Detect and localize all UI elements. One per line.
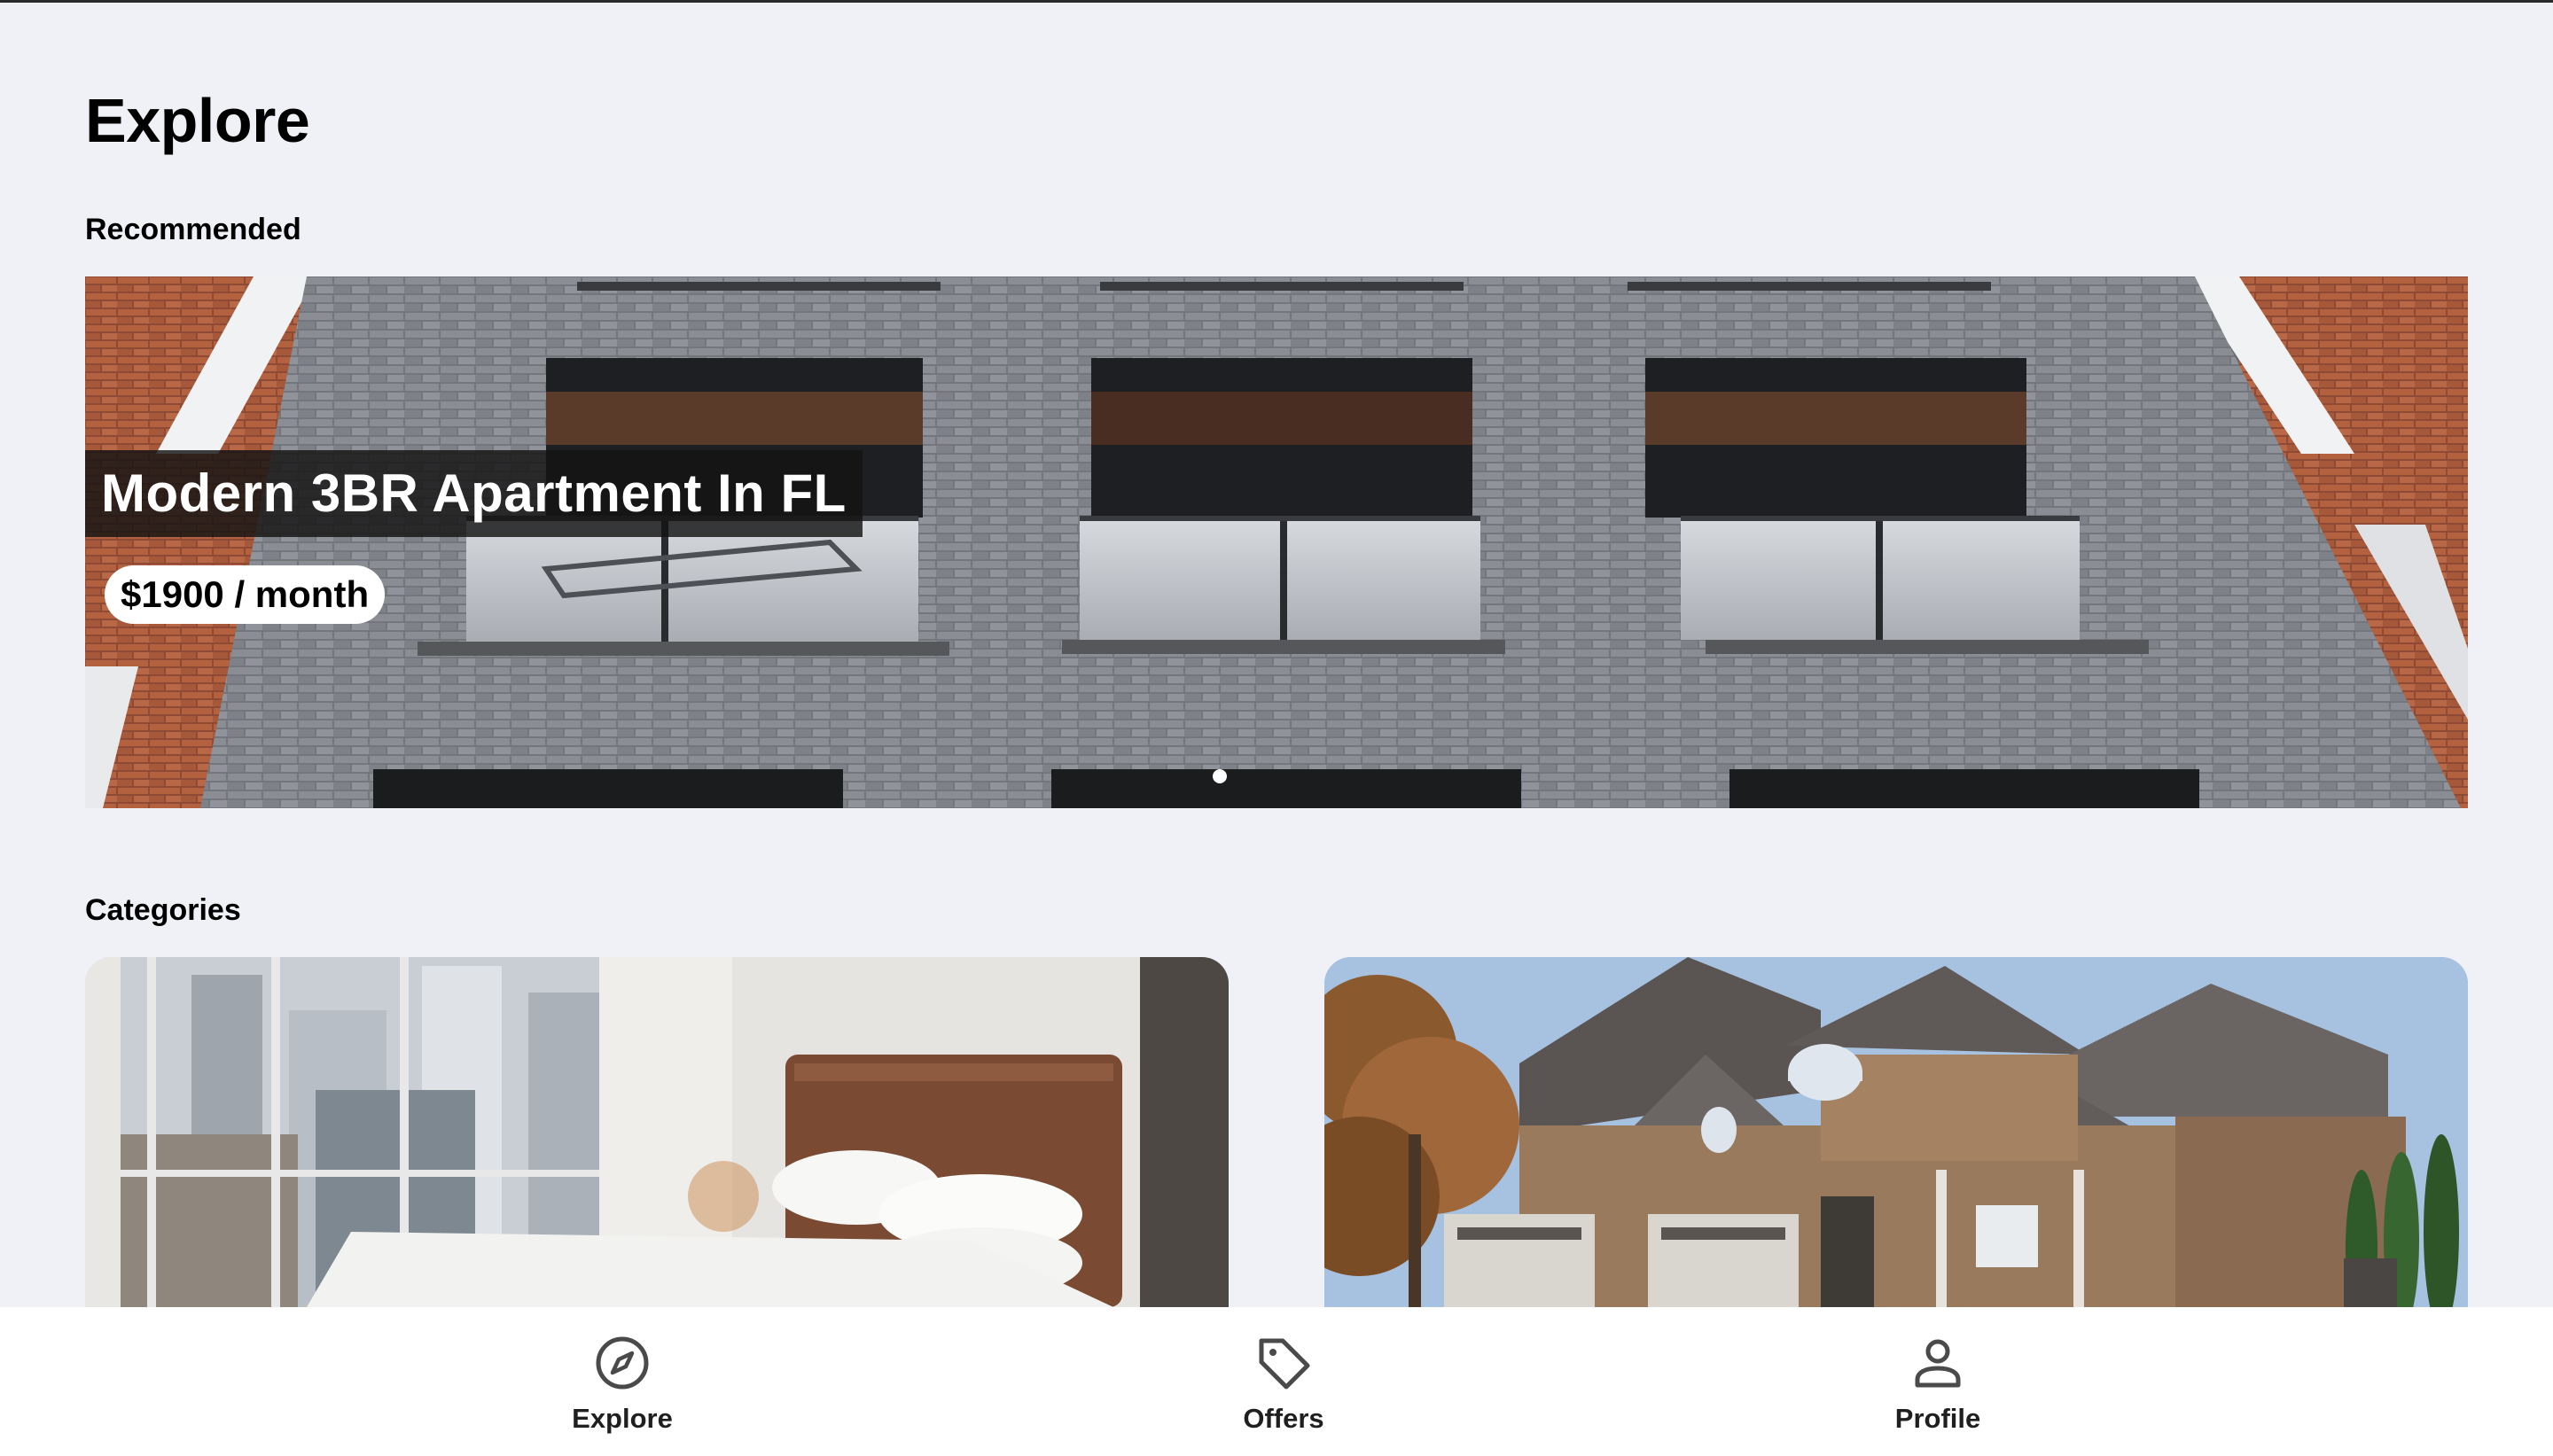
listing-price-badge: $1900 / month	[105, 565, 386, 624]
listing-photo	[85, 276, 2468, 808]
bottom-navigation: Explore Offers Profile	[0, 1307, 2553, 1456]
page-title: Explore	[85, 86, 310, 155]
nav-item-profile[interactable]: Profile	[1831, 1334, 2044, 1440]
nav-label-offers: Offers	[1243, 1403, 1324, 1434]
recommended-section-title: Recommended	[85, 213, 301, 246]
bedroom-photo	[85, 957, 1229, 1307]
tag-icon	[1259, 1338, 1310, 1390]
nav-label-explore: Explore	[572, 1403, 673, 1434]
category-card-house[interactable]	[1324, 957, 2468, 1307]
slider-dot-active[interactable]	[1213, 769, 1227, 783]
person-icon	[1915, 1339, 1961, 1388]
categories-section-title: Categories	[85, 893, 241, 927]
house-photo	[1324, 957, 2468, 1307]
compass-icon	[596, 1336, 649, 1390]
category-card-apartment[interactable]	[85, 957, 1229, 1307]
top-border	[0, 0, 2553, 3]
nav-item-offers[interactable]: Offers	[1177, 1334, 1390, 1440]
nav-item-explore[interactable]: Explore	[516, 1334, 729, 1440]
explore-screen: Explore Recommended Modern 3BR Apartment…	[0, 0, 2553, 1456]
listing-title: Modern 3BR Apartment In FL	[85, 450, 863, 537]
recommended-listing-card[interactable]: Modern 3BR Apartment In FL $1900 / month	[85, 276, 2468, 808]
nav-label-profile: Profile	[1894, 1403, 1981, 1434]
